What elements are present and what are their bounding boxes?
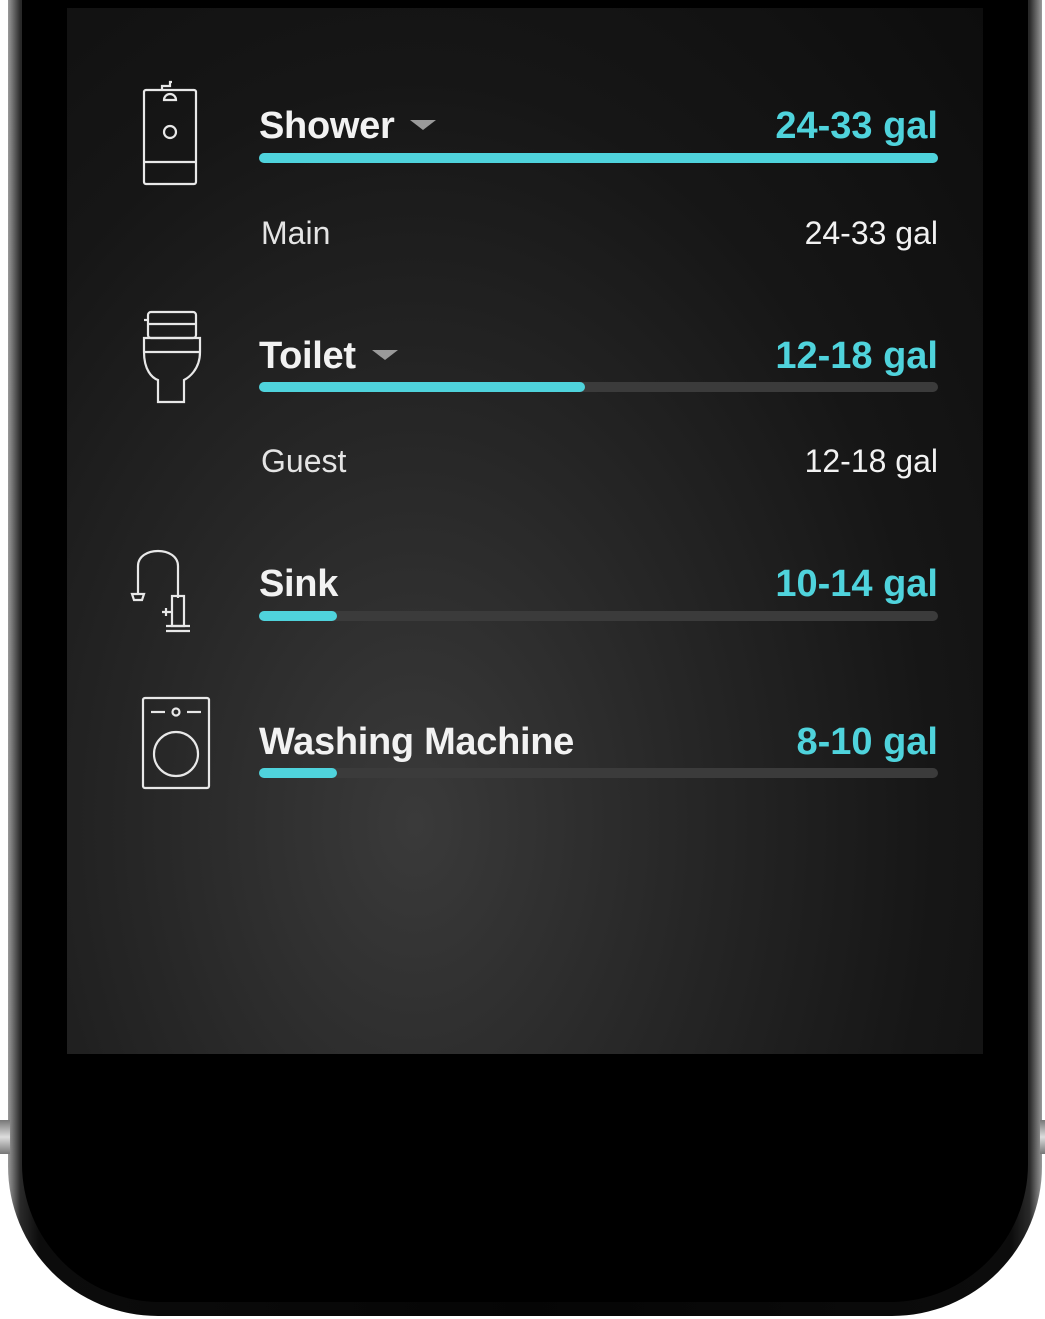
sub-location-amount: 12-18 gal	[804, 443, 938, 479]
sub-location-label[interactable]: Guest	[261, 443, 346, 480]
shower-icon	[129, 78, 211, 188]
fixture-name[interactable]: Washing Machine	[259, 721, 574, 764]
caret-down-icon[interactable]	[410, 119, 437, 130]
caret-down-icon[interactable]	[371, 349, 398, 360]
usage-bar	[259, 611, 938, 621]
fixture-name-text: Toilet	[259, 335, 356, 377]
usage-bar-fill	[259, 611, 338, 621]
toilet-icon	[129, 308, 211, 408]
app-screen: Shower 24-33 gal Main 24-33 gal Toilet 1…	[67, 8, 983, 1054]
sub-location-label[interactable]: Main	[261, 215, 330, 252]
usage-bar-fill	[259, 382, 585, 392]
usage-bar-fill	[259, 153, 938, 163]
fixture-name-text: Shower	[259, 105, 395, 147]
phone-side-button	[0, 1120, 10, 1154]
phone-side-button	[1040, 1120, 1045, 1154]
usage-bar	[259, 153, 938, 163]
fixture-amount: 8-10 gal	[796, 721, 938, 763]
usage-bar	[259, 768, 938, 778]
fixture-amount: 10-14 gal	[775, 563, 938, 605]
fixture-name[interactable]: Sink	[259, 563, 338, 606]
fixture-amount: 12-18 gal	[775, 335, 938, 377]
faucet-icon	[129, 538, 211, 638]
fixture-name[interactable]: Shower	[259, 105, 437, 148]
usage-bar-fill	[259, 768, 338, 778]
fixture-amount: 24-33 gal	[775, 105, 938, 147]
fixture-name[interactable]: Toilet	[259, 335, 398, 378]
usage-bar	[259, 382, 938, 392]
washing-machine-icon	[135, 696, 217, 791]
sub-location-amount: 24-33 gal	[804, 215, 938, 251]
